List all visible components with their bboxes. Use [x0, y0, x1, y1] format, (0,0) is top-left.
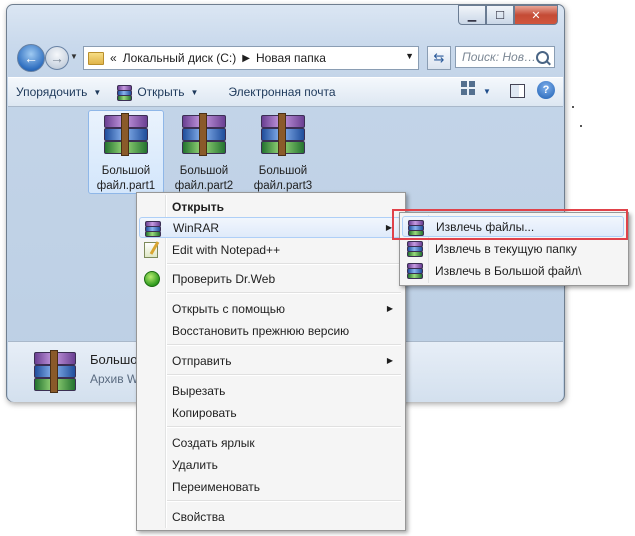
address-dropdown-icon[interactable]: ▼ [405, 51, 414, 61]
menu-item-restore-version[interactable]: Восстановить прежнюю версию [139, 320, 401, 341]
winrar-icon [407, 263, 423, 279]
forward-button[interactable]: → [45, 46, 69, 70]
menu-separator [167, 344, 401, 346]
file-name: Большой файл.part3 [253, 165, 313, 192]
menu-separator [167, 374, 401, 376]
submenu-item-extract-to-folder[interactable]: Извлечь в Большой файл\ [402, 260, 624, 281]
context-menu: Открыть WinRAR ▶ Edit with Notepad++ Про… [136, 192, 406, 531]
organize-label: Упорядочить [16, 85, 88, 99]
file-item-part1[interactable]: Большой файл.part1 [88, 110, 164, 194]
menu-item-notepad[interactable]: Edit with Notepad++ [139, 239, 401, 260]
winrar-icon [117, 84, 133, 101]
command-bar: Упорядочить ▼ Открыть ▼ Электронная почта … [8, 77, 563, 107]
menu-separator [167, 292, 401, 294]
email-button[interactable]: Электронная почта [220, 80, 343, 104]
winrar-archive-icon [182, 113, 226, 156]
search-placeholder: Поиск: Нов… [462, 50, 536, 64]
breadcrumb-folder[interactable]: Новая папка [256, 51, 326, 65]
breadcrumb-arrow-icon[interactable]: ▶ [242, 53, 250, 64]
search-input[interactable]: Поиск: Нов… [455, 46, 555, 68]
change-view-icon[interactable] [461, 81, 475, 95]
open-button[interactable]: Открыть ▼ [109, 80, 206, 104]
menu-separator [167, 426, 401, 428]
back-button[interactable]: ← [17, 44, 45, 72]
drweb-icon [144, 271, 160, 287]
file-name: Большой файл.part1 [96, 165, 156, 192]
file-name: Большой файл.part2 [174, 165, 234, 192]
open-label: Открыть [137, 85, 185, 99]
winrar-archive-icon [104, 113, 148, 156]
menu-item-open-with[interactable]: Открыть с помощью ▶ [139, 298, 401, 319]
menu-item-create-shortcut[interactable]: Создать ярлык [139, 432, 401, 453]
refresh-button[interactable]: ⇆ [427, 46, 451, 70]
submenu-arrow-icon: ▶ [386, 356, 393, 365]
menu-item-delete[interactable]: Удалить [139, 454, 401, 475]
menu-item-rename[interactable]: Переименовать [139, 476, 401, 497]
minimize-button[interactable]: ▁ [458, 5, 486, 25]
notepad-plus-plus-icon [144, 242, 158, 258]
menu-item-properties[interactable]: Свойства [139, 506, 401, 527]
menu-separator [167, 500, 401, 502]
winrar-archive-icon [34, 350, 78, 393]
chevron-down-icon: ▼ [93, 87, 102, 97]
history-dropdown-icon[interactable]: ▼ [70, 52, 78, 61]
help-icon[interactable]: ? [537, 81, 555, 99]
menu-separator [167, 263, 401, 265]
menu-item-send-to[interactable]: Отправить ▶ [139, 350, 401, 371]
menu-item-cut[interactable]: Вырезать [139, 380, 401, 401]
email-label: Электронная почта [228, 85, 336, 99]
chevron-down-icon: ▼ [190, 87, 199, 97]
organize-button[interactable]: Упорядочить ▼ [8, 80, 109, 104]
decorative-dot [572, 106, 574, 108]
breadcrumb-drive[interactable]: Локальный диск (C:) [123, 51, 237, 65]
preview-pane-icon[interactable] [507, 81, 527, 101]
decorative-dot [580, 125, 582, 127]
file-item-part2[interactable]: Большой файл.part2 [167, 111, 241, 194]
highlight-box [392, 209, 628, 240]
submenu-arrow-icon: ▶ [386, 304, 393, 313]
search-icon[interactable] [536, 51, 549, 64]
winrar-archive-icon [261, 113, 305, 156]
menu-item-winrar[interactable]: WinRAR ▶ [139, 217, 401, 238]
caption-buttons: ▁ ☐ ✕ [458, 5, 558, 25]
address-prefix: « [110, 51, 117, 65]
address-bar[interactable]: « Локальный диск (C:) ▶ Новая папка ▼ [83, 46, 419, 70]
menu-item-drweb[interactable]: Проверить Dr.Web [139, 268, 401, 289]
close-button[interactable]: ✕ [514, 5, 558, 25]
folder-icon [88, 51, 104, 65]
view-dropdown-icon[interactable]: ▼ [477, 81, 497, 101]
maximize-button[interactable]: ☐ [486, 5, 514, 25]
menu-item-copy[interactable]: Копировать [139, 402, 401, 423]
winrar-icon [145, 221, 161, 237]
file-item-part3[interactable]: Большой файл.part3 [246, 111, 320, 194]
winrar-icon [407, 241, 423, 257]
navigation-bar: ← → ▼ « Локальный диск (C:) ▶ Новая папк… [17, 43, 557, 73]
submenu-item-extract-here[interactable]: Извлечь в текущую папку [402, 238, 624, 259]
menu-item-open[interactable]: Открыть [139, 196, 401, 217]
